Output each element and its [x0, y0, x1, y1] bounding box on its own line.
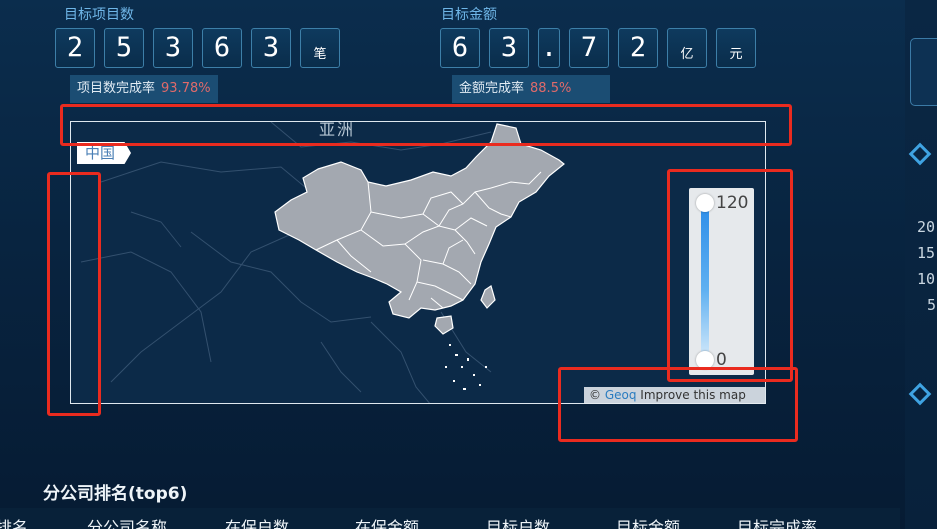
- axis-tick: 5: [927, 296, 937, 314]
- axis-tick: 20: [917, 218, 936, 236]
- amount-rate-label: 金额完成率: [459, 81, 525, 96]
- project-count-unit: 笔: [300, 28, 340, 68]
- column-header-branch-name: 分公司名称: [87, 518, 168, 529]
- dashboard: 目标项目数 2 5 3 6 3 笔 项目数完成率 93.78% 目标金额 6 3 …: [0, 0, 937, 529]
- amount-rate-value: 88.5%: [530, 81, 572, 96]
- column-header-completion-rate: 目标完成率: [737, 518, 818, 529]
- amount-unit-yuan: 元: [716, 28, 756, 68]
- china-provinces: [274, 123, 565, 335]
- amount-rate-tab: 金额完成率 88.5%: [452, 75, 610, 103]
- column-header-target-households: 目标户数: [486, 518, 551, 529]
- column-header-insured-households: 在保户数: [225, 518, 290, 529]
- digit: 6: [202, 28, 242, 68]
- digit: 3: [153, 28, 193, 68]
- project-rate-label: 项目数完成率: [77, 81, 156, 96]
- digit: 2: [55, 28, 95, 68]
- axis-tick: 10: [917, 270, 936, 288]
- island-dots: [445, 344, 487, 390]
- digit: 3: [489, 28, 529, 68]
- column-header-rank: 排名: [0, 518, 29, 529]
- map-canvas[interactable]: [71, 122, 766, 404]
- right-panel-card: [910, 38, 937, 106]
- annotation-box-attribution: [558, 367, 798, 442]
- amount-label: 目标金额: [441, 7, 497, 23]
- ranking-title: 分公司排名(top6): [43, 484, 188, 504]
- project-count-label: 目标项目数: [64, 7, 134, 23]
- province-shape: [434, 315, 454, 335]
- annotation-box-slider: [667, 169, 793, 382]
- digit: 7: [569, 28, 609, 68]
- project-rate-tab: 项目数完成率 93.78%: [70, 75, 218, 103]
- province-shape: [274, 123, 565, 319]
- axis-tick: 15: [917, 244, 936, 262]
- annotation-box-left: [47, 172, 101, 416]
- province-shape: [480, 285, 496, 309]
- project-count-digits: 2 5 3 6 3 笔: [55, 28, 340, 68]
- column-header-target-amount: 目标金额: [616, 518, 681, 529]
- amount-digits: 6 3 . 7 2 亿 元: [440, 28, 756, 68]
- annotation-box-top: [60, 104, 792, 146]
- digit: 5: [104, 28, 144, 68]
- decimal-point: .: [538, 28, 560, 68]
- digit: 2: [618, 28, 658, 68]
- amount-unit-yi: 亿: [667, 28, 707, 68]
- column-header-insured-amount: 在保金额: [355, 518, 420, 529]
- digit: 6: [440, 28, 480, 68]
- china-map[interactable]: 亚洲 中国: [70, 121, 766, 404]
- digit: 3: [251, 28, 291, 68]
- project-rate-value: 93.78%: [161, 81, 211, 96]
